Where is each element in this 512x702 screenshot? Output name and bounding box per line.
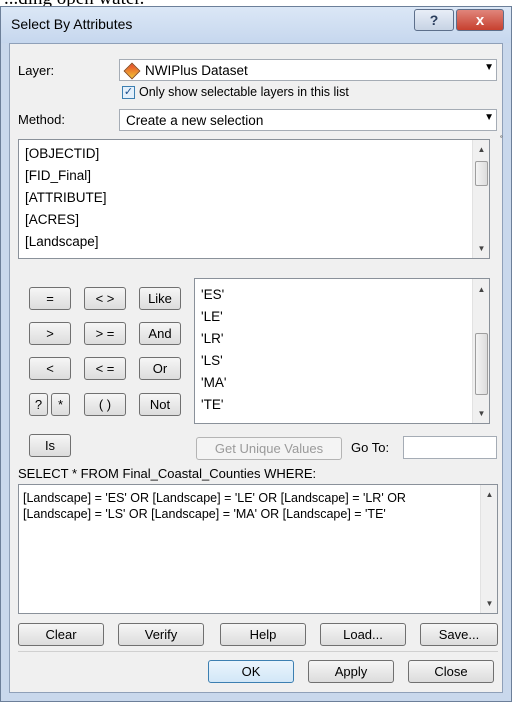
method-combo[interactable]: Create a new selection ▼ xyxy=(119,109,497,131)
layer-combo[interactable]: NWIPlus Dataset ▼ xyxy=(119,59,497,81)
where-scrollbar[interactable]: ▲ ▼ xyxy=(480,485,497,613)
like-operator-button[interactable]: Like xyxy=(139,287,181,310)
field-item[interactable]: [ACRES] xyxy=(25,212,79,227)
method-combo-value: Create a new selection xyxy=(126,113,264,128)
field-item[interactable]: [FID_Final] xyxy=(25,168,91,183)
value-item[interactable]: 'MA' xyxy=(201,375,226,390)
scroll-up-icon[interactable]: ▲ xyxy=(473,145,490,154)
layer-combo-value: NWIPlus Dataset xyxy=(145,63,248,78)
value-item[interactable]: 'LE' xyxy=(201,309,223,324)
footer-divider xyxy=(18,651,498,652)
single-wildcard-button[interactable]: ? xyxy=(29,393,48,416)
help-button[interactable]: Help xyxy=(220,623,306,646)
verify-button[interactable]: Verify xyxy=(118,623,204,646)
dialog-body: Layer: NWIPlus Dataset ▼ ✓ Only show sel… xyxy=(9,43,503,693)
field-item[interactable]: [Landscape] xyxy=(25,234,99,249)
where-line: [Landscape] = 'ES' OR [Landscape] = 'LE'… xyxy=(23,491,406,505)
method-label: Method: xyxy=(18,112,65,127)
select-statement-label: SELECT * FROM Final_Coastal_Counties WHE… xyxy=(18,466,317,481)
equals-operator-button[interactable]: = xyxy=(29,287,71,310)
greater-operator-button[interactable]: > xyxy=(29,322,71,345)
less-equal-operator-button[interactable]: < = xyxy=(84,357,126,380)
ok-button[interactable]: OK xyxy=(208,660,294,683)
apply-button[interactable]: Apply xyxy=(308,660,394,683)
values-scrollbar[interactable]: ▲ ▼ xyxy=(472,279,489,423)
where-clause-textarea[interactable]: [Landscape] = 'ES' OR [Landscape] = 'LE'… xyxy=(18,484,498,614)
fields-scroll-thumb[interactable] xyxy=(475,161,488,186)
and-operator-button[interactable]: And xyxy=(139,322,181,345)
unique-values-listbox[interactable]: 'ES' 'LE' 'LR' 'LS' 'MA' 'TE' ▲ ▼ xyxy=(194,278,490,424)
value-item[interactable]: 'TE' xyxy=(201,397,223,412)
get-unique-values-button[interactable]: Get Unique Values xyxy=(196,437,342,460)
goto-label: Go To: xyxy=(351,440,390,455)
window-title: Select By Attributes xyxy=(11,16,133,32)
or-operator-button[interactable]: Or xyxy=(139,357,181,380)
field-item[interactable]: [ATTRIBUTE] xyxy=(25,190,107,205)
save-button[interactable]: Save... xyxy=(420,623,498,646)
value-item[interactable]: 'LS' xyxy=(201,353,223,368)
layer-label: Layer: xyxy=(18,63,55,78)
not-equal-operator-button[interactable]: < > xyxy=(84,287,126,310)
close-title-button[interactable]: x xyxy=(456,9,504,31)
greater-equal-operator-button[interactable]: > = xyxy=(84,322,126,345)
scroll-down-icon[interactable]: ▼ xyxy=(473,244,490,253)
where-line: [Landscape] = 'LS' OR [Landscape] = 'MA'… xyxy=(23,507,386,521)
title-bar: Select By Attributes ? x xyxy=(1,7,511,43)
value-item[interactable]: 'LR' xyxy=(201,331,223,346)
chevron-down-icon: ▼ xyxy=(484,112,494,123)
resize-marker: ˚ xyxy=(500,135,503,145)
chevron-down-icon: ▼ xyxy=(484,62,494,73)
load-button[interactable]: Load... xyxy=(320,623,406,646)
scroll-down-icon[interactable]: ▼ xyxy=(481,599,498,608)
help-title-button[interactable]: ? xyxy=(414,9,454,31)
value-item[interactable]: 'ES' xyxy=(201,287,224,302)
where-clause-text: [Landscape] = 'ES' OR [Landscape] = 'LE'… xyxy=(23,490,483,522)
scroll-down-icon[interactable]: ▼ xyxy=(473,409,490,418)
not-operator-button[interactable]: Not xyxy=(139,393,181,416)
layer-icon xyxy=(123,62,141,80)
goto-input[interactable] xyxy=(403,436,497,459)
close-button[interactable]: Close xyxy=(408,660,494,683)
values-scroll-thumb[interactable] xyxy=(475,333,488,395)
scroll-up-icon[interactable]: ▲ xyxy=(481,490,498,499)
multi-wildcard-button[interactable]: * xyxy=(51,393,70,416)
selectable-layers-checkbox[interactable]: ✓ xyxy=(122,86,135,99)
fields-listbox[interactable]: [OBJECTID] [FID_Final] [ATTRIBUTE] [ACRE… xyxy=(18,139,490,259)
is-operator-button[interactable]: Is xyxy=(29,434,71,457)
fields-scrollbar[interactable]: ▲ ▼ xyxy=(472,140,489,258)
selectable-layers-label: Only show selectable layers in this list xyxy=(139,85,349,99)
less-operator-button[interactable]: < xyxy=(29,357,71,380)
parentheses-button[interactable]: ( ) xyxy=(84,393,126,416)
clear-button[interactable]: Clear xyxy=(18,623,104,646)
scroll-up-icon[interactable]: ▲ xyxy=(473,285,490,294)
field-item[interactable]: [OBJECTID] xyxy=(25,146,99,161)
select-by-attributes-window: Select By Attributes ? x Layer: NWIPlus … xyxy=(0,6,512,702)
